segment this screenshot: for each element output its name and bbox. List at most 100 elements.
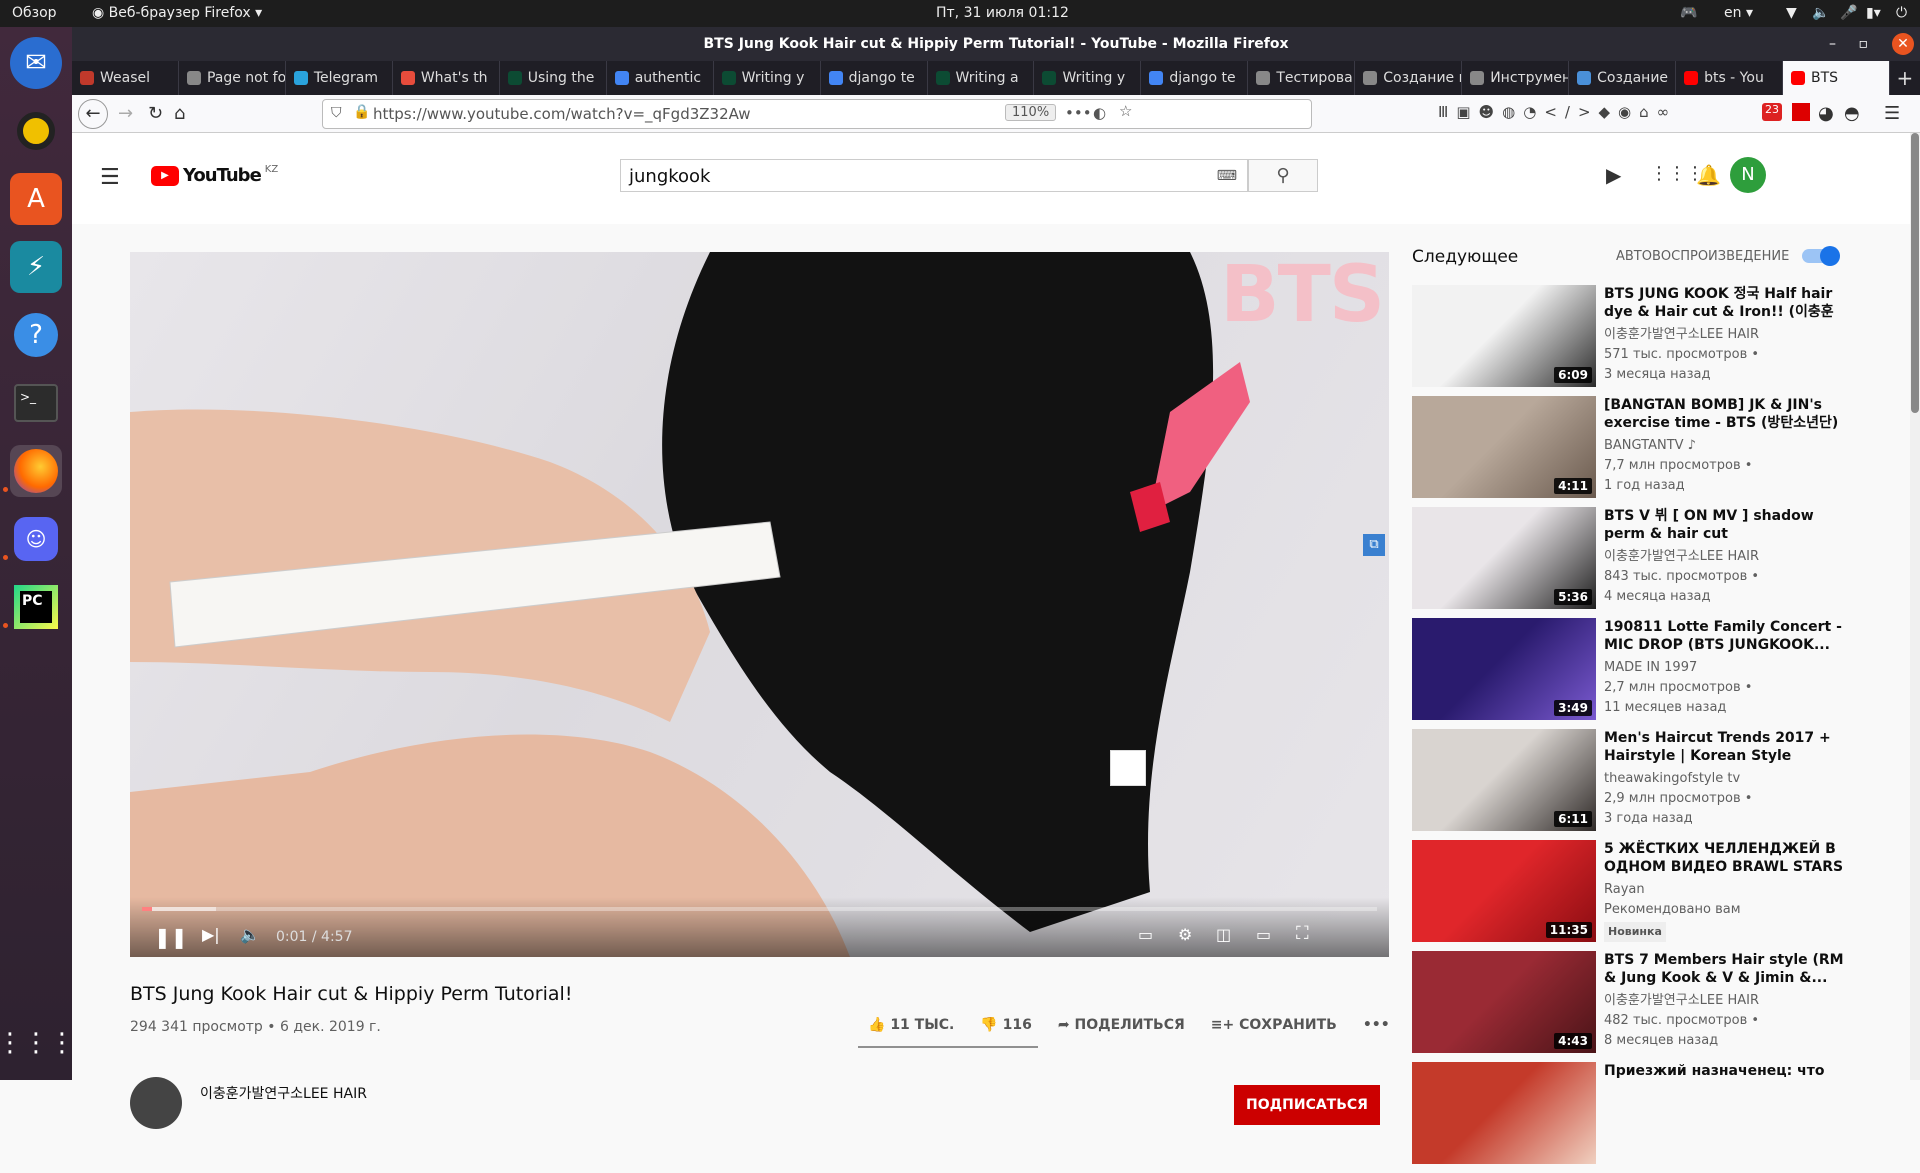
tab-4[interactable]: Using the: [500, 61, 607, 95]
recommendation-item[interactable]: 11:35 5 ЖЁСТКИХ ЧЕЛЛЕНДЖЕЙ В ОДНОМ ВИДЕО …: [1412, 840, 1872, 951]
power-icon[interactable]: ⏻: [1896, 5, 1907, 21]
channel-name[interactable]: 이충훈가발연구소LEE HAIR: [200, 1083, 367, 1103]
tab-10[interactable]: django te: [1141, 61, 1249, 95]
tab-13[interactable]: Инструмент: [1462, 61, 1570, 95]
pause-icon[interactable]: ❚❚: [154, 925, 188, 949]
subtitles-icon[interactable]: ▭: [1138, 925, 1153, 944]
tab-2[interactable]: Telegram: [286, 61, 393, 95]
recommendation-item[interactable]: 4:11 [BANGTAN BOMB] JK & JIN's exercise t…: [1412, 396, 1872, 507]
recommendation-thumbnail[interactable]: 4:11: [1412, 396, 1596, 498]
forward-button[interactable]: →: [118, 103, 133, 124]
maximize-button[interactable]: ▫: [1859, 27, 1869, 61]
tab-3[interactable]: What's th: [393, 61, 500, 95]
recommendation-item[interactable]: 6:11 Men's Haircut Trends 2017 + Hairstyl…: [1412, 729, 1872, 840]
recommendation-title[interactable]: BTS V 뷔 [ ON MV ] shadow perm & hair cut: [1604, 507, 1844, 543]
discord-dock-icon[interactable]: ☺: [10, 513, 62, 565]
tab-1[interactable]: Page not fou: [179, 61, 286, 95]
rhythmbox-icon[interactable]: [10, 105, 62, 157]
zoom-indicator[interactable]: 110%: [1005, 104, 1057, 121]
youtube-logo[interactable]: ▶ YouTube KZ: [151, 164, 278, 186]
recommendation-item[interactable]: 6:09 BTS JUNG KOOK 정국 Half hair dye & Hai…: [1412, 285, 1872, 396]
minimize-button[interactable]: –: [1829, 27, 1836, 61]
autoplay-toggle[interactable]: [1802, 246, 1840, 266]
share-button[interactable]: ➦ ПОДЕЛИТЬСЯ: [1058, 1017, 1185, 1033]
search-button[interactable]: ⚲: [1248, 159, 1318, 192]
recommendation-thumbnail[interactable]: 3:49: [1412, 618, 1596, 720]
battery-icon[interactable]: ▮▾: [1866, 5, 1881, 21]
tab-6[interactable]: Writing y: [714, 61, 821, 95]
recommendation-title[interactable]: BTS JUNG KOOK 정국 Half hair dye & Hair cu…: [1604, 285, 1844, 321]
save-button[interactable]: ≡+ СОХРАНИТЬ: [1211, 1017, 1337, 1033]
progress-bar[interactable]: [142, 907, 1377, 911]
tab-14[interactable]: Создание: [1569, 61, 1677, 95]
theater-icon[interactable]: ▭: [1256, 925, 1271, 944]
app-icon[interactable]: ⚡: [10, 241, 62, 293]
volume-player-icon[interactable]: 🔈: [240, 925, 260, 944]
notifications-bell-icon[interactable]: 🔔: [1696, 163, 1721, 187]
discord-tray-icon[interactable]: 🎮: [1680, 5, 1697, 21]
url-bar[interactable]: ⛉ 🔒 https://www.youtube.com/watch?v=_qFg…: [322, 99, 1312, 129]
more-actions-icon[interactable]: •••: [1363, 1017, 1390, 1033]
video-player[interactable]: BTS ⧉ ❚❚ ▶| 🔈 0:01 / 4:57 ▭ ⚙ ◫ ▭ ⛶: [130, 252, 1389, 957]
home-button[interactable]: ⌂: [174, 103, 185, 124]
settings-icon[interactable]: ⚙: [1178, 925, 1192, 944]
adblock-icon[interactable]: 23: [1762, 103, 1782, 121]
menu-icon[interactable]: ☰: [1884, 103, 1900, 124]
reload-button[interactable]: ↻: [148, 103, 163, 124]
subscribe-button[interactable]: ПОДПИСАТЬСЯ: [1234, 1085, 1380, 1125]
guide-menu-icon[interactable]: ☰: [100, 165, 120, 190]
recommendation-title[interactable]: [BANGTAN BOMB] JK & JIN's exercise time …: [1604, 396, 1844, 432]
keyboard-icon[interactable]: ⌨: [1217, 168, 1237, 184]
activities-button[interactable]: Обзор: [12, 5, 57, 21]
search-input[interactable]: jungkook ⌨: [620, 159, 1248, 192]
recommendation-thumbnail[interactable]: 5:36: [1412, 507, 1596, 609]
recommendation-thumbnail[interactable]: 6:11: [1412, 729, 1596, 831]
like-button[interactable]: 👍 11 ТЫС.: [868, 1017, 954, 1033]
software-center-icon[interactable]: A: [10, 173, 62, 225]
recommendation-title[interactable]: 5 ЖЁСТКИХ ЧЕЛЛЕНДЖЕЙ В ОДНОМ ВИДЕО BRAWL…: [1604, 840, 1844, 876]
extension-toolbar-icons[interactable]: Ⅲ▣☻◍◔</>◆◉⌂∞: [1438, 103, 1677, 121]
recommendation-title[interactable]: 190811 Lotte Family Concert - MIC DROP (…: [1604, 618, 1844, 654]
avatar[interactable]: N: [1730, 157, 1766, 193]
tab-5[interactable]: authentic: [607, 61, 714, 95]
recommendation-item[interactable]: 5:36 BTS V 뷔 [ ON MV ] shadow perm & hair…: [1412, 507, 1872, 618]
shield-icon[interactable]: ⛉: [331, 105, 342, 121]
lock-icon[interactable]: 🔒: [353, 104, 370, 120]
wifi-icon[interactable]: ▼: [1786, 5, 1797, 21]
recommendation-item[interactable]: Приезжий назначенец: что: [1412, 1062, 1872, 1173]
card-icon[interactable]: ⧉: [1363, 534, 1385, 556]
app-menu[interactable]: ◉ Веб-браузер Firefox ▾: [92, 5, 262, 21]
recommendation-item[interactable]: 3:49 190811 Lotte Family Concert - MIC DR…: [1412, 618, 1872, 729]
next-icon[interactable]: ▶|: [202, 925, 220, 944]
volume-icon[interactable]: 🔈: [1812, 5, 1829, 21]
recommendation-thumbnail[interactable]: 4:43: [1412, 951, 1596, 1053]
tab-7[interactable]: django te: [821, 61, 928, 95]
thunderbird-icon[interactable]: ✉: [10, 37, 62, 89]
terminal-icon[interactable]: >_: [10, 377, 62, 429]
fullscreen-icon[interactable]: ⛶: [1296, 923, 1309, 944]
channel-avatar[interactable]: [130, 1077, 182, 1129]
close-button[interactable]: ✕: [1892, 33, 1914, 55]
channel-watermark[interactable]: [1110, 750, 1146, 786]
recommendation-thumbnail[interactable]: 11:35: [1412, 840, 1596, 942]
bookmark-star-icon[interactable]: ☆: [1119, 102, 1132, 120]
recommendation-thumbnail[interactable]: 6:09: [1412, 285, 1596, 387]
tab-0[interactable]: Weasel: [72, 61, 179, 95]
new-tab-button[interactable]: +: [1890, 61, 1920, 95]
language-indicator[interactable]: en ▾: [1724, 5, 1753, 21]
help-icon[interactable]: ?: [10, 309, 62, 361]
dislike-button[interactable]: 👎 116: [980, 1017, 1032, 1033]
pycharm-icon[interactable]: PC: [10, 581, 62, 633]
firefox-dock-icon[interactable]: [10, 445, 62, 497]
recommendation-title[interactable]: Приезжий назначенец: что: [1604, 1062, 1844, 1080]
tab-16[interactable]: BTS: [1783, 61, 1890, 95]
tab-9[interactable]: Writing y: [1034, 61, 1142, 95]
extension-chrome-icon[interactable]: ◕: [1818, 103, 1834, 124]
tab-12[interactable]: Создание и: [1355, 61, 1463, 95]
extension-cookie-icon[interactable]: ◓: [1844, 103, 1860, 124]
create-video-icon[interactable]: ▶︎: [1606, 163, 1621, 187]
clock[interactable]: Пт, 31 июля 01:12: [936, 5, 1069, 21]
miniplayer-icon[interactable]: ◫: [1216, 925, 1231, 944]
mic-icon[interactable]: 🎤: [1840, 5, 1857, 21]
page-scrollbar[interactable]: [1910, 133, 1920, 1080]
